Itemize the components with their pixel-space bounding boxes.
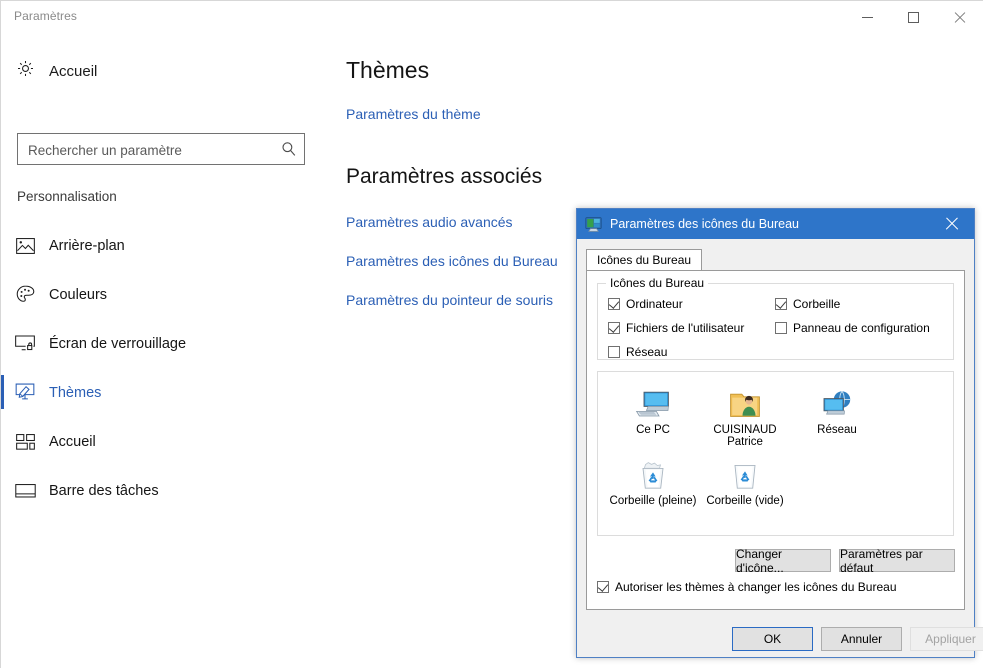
- picture-icon: [1, 238, 49, 254]
- sidebar-item-label: Accueil: [49, 434, 96, 450]
- preview-item-computer[interactable]: Ce PC: [605, 384, 701, 436]
- checkbox-label: Autoriser les thèmes à changer les icône…: [615, 580, 897, 594]
- checkbox-checked-icon: [608, 322, 620, 334]
- sidebar-item-colors[interactable]: Couleurs: [1, 270, 323, 319]
- sidebar-item-label: Arrière-plan: [49, 238, 125, 254]
- checkbox-label: Ordinateur: [626, 297, 683, 311]
- preview-item-label: Ce PC: [605, 424, 701, 436]
- checkbox-reseau[interactable]: Réseau: [608, 345, 667, 359]
- dialog-footer: OK Annuler Appliquer: [577, 620, 974, 657]
- preview-item-recycle-bin-empty[interactable]: Corbeille (vide): [697, 455, 793, 507]
- minimize-button[interactable]: [844, 1, 890, 33]
- sidebar: Accueil Personnalisation: [1, 33, 323, 669]
- sidebar-item-background[interactable]: Arrière-plan: [1, 221, 323, 270]
- preview-item-label: Corbeille (pleine): [605, 495, 701, 507]
- related-settings-title: Paramètres associés: [346, 165, 542, 189]
- window-title: Paramètres: [14, 9, 77, 23]
- sidebar-item-start[interactable]: Accueil: [1, 417, 323, 466]
- checkbox-checked-icon: [775, 298, 787, 310]
- tab-desktop-icons[interactable]: Icônes du Bureau: [586, 249, 702, 271]
- preview-item-network[interactable]: Réseau: [789, 384, 885, 436]
- sidebar-item-label: Écran de verrouillage: [49, 336, 186, 352]
- checkbox-label: Réseau: [626, 345, 667, 359]
- user-folder-icon: [697, 384, 793, 420]
- change-icon-button[interactable]: Changer d'icône...: [735, 549, 831, 572]
- checkbox-ordinateur[interactable]: Ordinateur: [608, 297, 683, 311]
- sidebar-item-label: Couleurs: [49, 287, 107, 303]
- sidebar-item-lockscreen[interactable]: Écran de verrouillage: [1, 319, 323, 368]
- desktop-icon-settings-dialog: Paramètres des icônes du Bureau Icônes d…: [576, 208, 975, 658]
- palette-icon: [1, 285, 49, 304]
- sidebar-nav-list: Arrière-plan Couleurs: [1, 221, 323, 515]
- maximize-button[interactable]: [890, 1, 936, 33]
- sidebar-item-home[interactable]: Accueil: [1, 51, 323, 91]
- checkbox-allow-themes[interactable]: Autoriser les thèmes à changer les icône…: [597, 580, 897, 594]
- checkbox-fichiers-utilisateur[interactable]: Fichiers de l'utilisateur: [608, 321, 744, 335]
- preview-item-label: CUISINAUD Patrice: [697, 424, 793, 448]
- checkbox-unchecked-icon: [775, 322, 787, 334]
- dialog-titlebar: Paramètres des icônes du Bureau: [577, 209, 974, 239]
- search-box[interactable]: [17, 133, 305, 165]
- lockscreen-icon: [1, 335, 49, 352]
- dialog-tabstrip: Icônes du Bureau: [586, 249, 965, 271]
- dialog-title: Paramètres des icônes du Bureau: [610, 217, 799, 231]
- brush-icon: [1, 383, 49, 402]
- close-icon: [945, 217, 959, 231]
- dialog-close-button[interactable]: [930, 209, 974, 239]
- close-button[interactable]: [936, 1, 982, 33]
- checkbox-label: Fichiers de l'utilisateur: [626, 321, 744, 335]
- sidebar-item-label: Thèmes: [49, 385, 101, 401]
- default-settings-button[interactable]: Paramètres par défaut: [839, 549, 955, 572]
- maximize-icon: [908, 12, 919, 23]
- minimize-icon: [862, 17, 873, 18]
- checkbox-corbeille[interactable]: Corbeille: [775, 297, 840, 311]
- window-titlebar: Paramètres: [1, 1, 983, 33]
- checkbox-label: Corbeille: [793, 297, 840, 311]
- checkbox-label: Panneau de configuration: [793, 321, 930, 335]
- desktop-icons-groupbox: Icônes du Bureau Ordinateur Corbeille Fi…: [597, 283, 954, 360]
- sidebar-item-label: Barre des tâches: [49, 483, 159, 499]
- checkbox-checked-icon: [608, 298, 620, 310]
- dialog-tab-panel: Icônes du Bureau Ordinateur Corbeille Fi…: [586, 270, 965, 610]
- recycle-bin-empty-icon: [697, 455, 793, 491]
- computer-icon: [605, 384, 701, 420]
- theme-settings-link[interactable]: Paramètres du thème: [346, 106, 481, 122]
- related-link-advanced-audio[interactable]: Paramètres audio avancés: [346, 214, 513, 230]
- preview-item-label: Réseau: [789, 424, 885, 436]
- apply-button: Appliquer: [910, 627, 983, 651]
- network-icon: [789, 384, 885, 420]
- desktop-icons-icon: [585, 216, 602, 233]
- checkbox-panneau-configuration[interactable]: Panneau de configuration: [775, 321, 930, 335]
- preview-item-label: Corbeille (vide): [697, 495, 793, 507]
- checkbox-checked-icon: [597, 581, 609, 593]
- recycle-bin-full-icon: [605, 455, 701, 491]
- sidebar-group-title: Personnalisation: [17, 189, 117, 204]
- page-title: Thèmes: [346, 57, 429, 84]
- cancel-button[interactable]: Annuler: [821, 627, 902, 651]
- taskbar-icon: [1, 484, 49, 498]
- icon-preview-box: Ce PC CUISINAUD Patrice: [597, 371, 954, 536]
- search-input[interactable]: [26, 134, 280, 166]
- preview-item-recycle-bin-full[interactable]: Corbeille (pleine): [605, 455, 701, 507]
- sidebar-item-themes[interactable]: Thèmes: [1, 368, 323, 417]
- start-tiles-icon: [1, 434, 49, 450]
- checkbox-unchecked-icon: [608, 346, 620, 358]
- groupbox-legend: Icônes du Bureau: [606, 276, 708, 290]
- gear-icon: [1, 59, 49, 83]
- sidebar-item-taskbar[interactable]: Barre des tâches: [1, 466, 323, 515]
- related-link-desktop-icons[interactable]: Paramètres des icônes du Bureau: [346, 253, 558, 269]
- close-icon: [953, 11, 966, 24]
- preview-item-user-folder[interactable]: CUISINAUD Patrice: [697, 384, 793, 448]
- sidebar-home-label: Accueil: [49, 63, 97, 80]
- ok-button[interactable]: OK: [732, 627, 813, 651]
- search-icon[interactable]: [280, 140, 298, 158]
- related-link-mouse-pointer[interactable]: Paramètres du pointeur de souris: [346, 292, 553, 308]
- dialog-body: Icônes du Bureau Icônes du Bureau Ordina…: [577, 239, 974, 657]
